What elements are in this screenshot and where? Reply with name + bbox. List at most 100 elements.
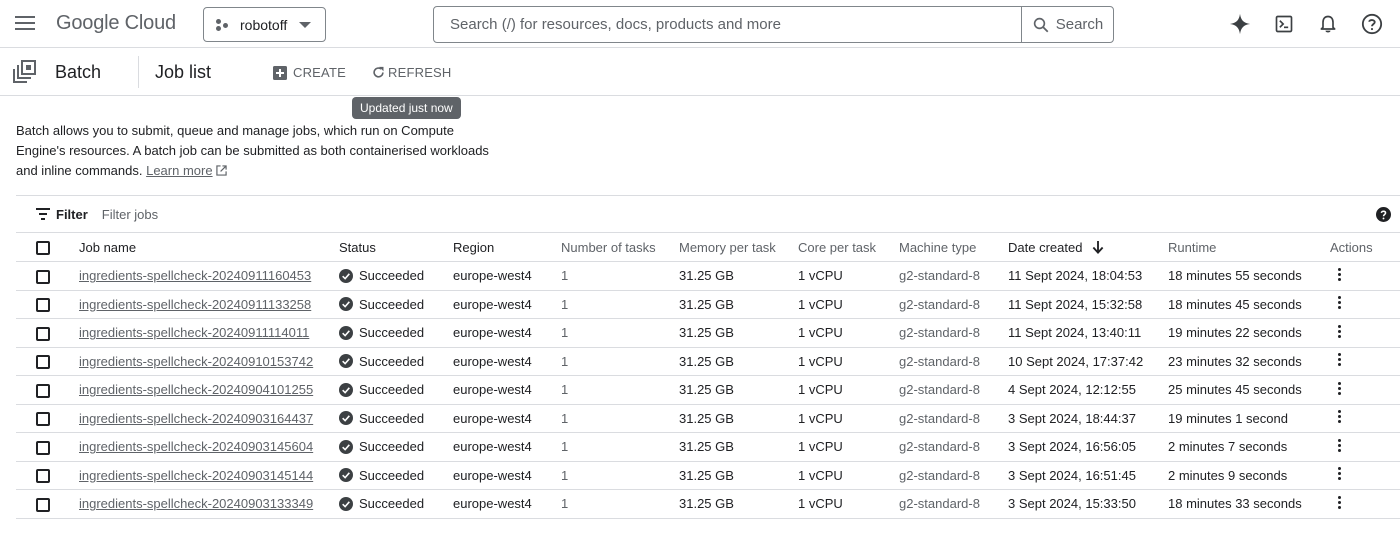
add-box-icon xyxy=(273,65,287,80)
tasks-cell: 1 xyxy=(561,375,679,405)
gemini-sparkle-icon[interactable] xyxy=(1228,12,1252,36)
col-date-created[interactable]: Date created xyxy=(1008,233,1168,262)
page-description: Batch allows you to submit, queue and ma… xyxy=(16,121,506,181)
more-vert-icon[interactable] xyxy=(1338,437,1342,454)
row-checkbox[interactable] xyxy=(36,440,50,455)
tasks-cell: 1 xyxy=(561,461,679,490)
core-cell: 1 vCPU xyxy=(798,375,899,405)
table-row: ingredients-spellcheck-20240903133349 Su… xyxy=(16,489,1400,519)
divider xyxy=(138,56,139,88)
learn-more-link[interactable]: Learn more xyxy=(146,163,212,178)
core-cell: 1 vCPU xyxy=(798,461,899,490)
check-circle-icon xyxy=(339,354,353,369)
job-name-link[interactable]: ingredients-spellcheck-20240903145604 xyxy=(79,439,313,454)
check-circle-icon xyxy=(339,411,353,426)
chevron-down-icon xyxy=(299,21,312,28)
row-checkbox[interactable] xyxy=(36,355,50,370)
col-number-of-tasks[interactable]: Number of tasks xyxy=(561,233,679,262)
more-vert-icon[interactable] xyxy=(1338,351,1342,368)
search-button[interactable]: Search xyxy=(1021,7,1113,42)
search-button-label: Search xyxy=(1055,16,1104,33)
job-name-link[interactable]: ingredients-spellcheck-20240903133349 xyxy=(79,496,313,511)
date-created-cell: 4 Sept 2024, 12:12:55 xyxy=(1008,375,1168,405)
row-checkbox[interactable] xyxy=(36,326,50,341)
more-vert-icon[interactable] xyxy=(1338,380,1342,397)
date-created-cell: 10 Sept 2024, 17:37:42 xyxy=(1008,347,1168,376)
more-vert-icon[interactable] xyxy=(1338,266,1342,283)
status-text: Succeeded xyxy=(359,410,425,426)
job-name-link[interactable]: ingredients-spellcheck-20240911114011 xyxy=(79,325,309,340)
search-box: Search xyxy=(433,6,1114,43)
status-cell: Succeeded xyxy=(339,468,453,483)
google-cloud-logo[interactable]: Google Cloud xyxy=(56,12,176,35)
search-input[interactable] xyxy=(434,7,1021,42)
batch-product-icon xyxy=(13,60,36,83)
col-region[interactable]: Region xyxy=(453,233,561,262)
filter-input[interactable] xyxy=(101,206,502,222)
job-name-link[interactable]: ingredients-spellcheck-20240903145144 xyxy=(79,468,313,483)
cloud-shell-icon[interactable] xyxy=(1272,12,1296,36)
more-vert-icon[interactable] xyxy=(1338,494,1342,511)
more-vert-icon[interactable] xyxy=(1338,465,1342,482)
machine-type-cell: g2-standard-8 xyxy=(899,347,1008,376)
help-icon[interactable] xyxy=(1360,12,1384,36)
runtime-cell: 18 minutes 55 seconds xyxy=(1168,261,1330,291)
more-vert-icon[interactable] xyxy=(1338,408,1342,425)
col-status[interactable]: Status xyxy=(339,233,453,262)
col-memory-per-task[interactable]: Memory per task xyxy=(679,233,798,262)
project-name: robotoff xyxy=(240,16,288,33)
status-cell: Succeeded xyxy=(339,354,453,369)
status-text: Succeeded xyxy=(359,325,425,341)
row-checkbox[interactable] xyxy=(36,269,50,284)
job-name-link[interactable]: ingredients-spellcheck-20240911133258 xyxy=(79,297,311,312)
row-checkbox[interactable] xyxy=(36,469,50,484)
core-cell: 1 vCPU xyxy=(798,261,899,291)
col-core-per-task[interactable]: Core per task xyxy=(798,233,899,262)
date-created-cell: 11 Sept 2024, 13:40:11 xyxy=(1008,318,1168,348)
row-checkbox[interactable] xyxy=(36,383,50,398)
project-picker[interactable]: robotoff xyxy=(203,7,326,42)
status-text: Succeeded xyxy=(359,353,425,369)
create-button[interactable]: CREATE xyxy=(273,65,346,80)
filter-icon[interactable] xyxy=(36,208,50,220)
job-name-link[interactable]: ingredients-spellcheck-20240911160453 xyxy=(79,268,311,283)
tasks-cell: 1 xyxy=(561,290,679,319)
menu-icon[interactable] xyxy=(14,13,36,35)
memory-cell: 31.25 GB xyxy=(679,347,798,376)
table-row: ingredients-spellcheck-20240903164437 Su… xyxy=(16,404,1400,433)
row-checkbox[interactable] xyxy=(36,497,50,512)
row-checkbox[interactable] xyxy=(36,412,50,427)
date-created-cell: 3 Sept 2024, 18:44:37 xyxy=(1008,404,1168,433)
more-vert-icon[interactable] xyxy=(1338,294,1342,311)
refresh-button[interactable]: REFRESH xyxy=(371,65,452,80)
core-cell: 1 vCPU xyxy=(798,290,899,319)
job-name-link[interactable]: ingredients-spellcheck-20240904101255 xyxy=(79,382,313,397)
runtime-cell: 19 minutes 22 seconds xyxy=(1168,318,1330,348)
tasks-cell: 1 xyxy=(561,432,679,462)
status-cell: Succeeded xyxy=(339,496,453,511)
row-checkbox[interactable] xyxy=(36,298,50,313)
status-text: Succeeded xyxy=(359,496,425,512)
region-cell: europe-west4 xyxy=(453,432,561,462)
status-text: Succeeded xyxy=(359,467,425,483)
check-circle-icon xyxy=(339,439,353,454)
job-name-link[interactable]: ingredients-spellcheck-20240903164437 xyxy=(79,411,313,426)
tasks-cell: 1 xyxy=(561,318,679,348)
machine-type-cell: g2-standard-8 xyxy=(899,318,1008,348)
col-job-name[interactable]: Job name xyxy=(79,233,339,262)
col-runtime[interactable]: Runtime xyxy=(1168,233,1330,262)
column-help-icon[interactable] xyxy=(1376,207,1391,222)
runtime-cell: 23 minutes 32 seconds xyxy=(1168,347,1330,376)
select-all-checkbox[interactable] xyxy=(36,240,50,255)
tasks-cell: 1 xyxy=(561,404,679,433)
status-cell: Succeeded xyxy=(339,268,453,283)
col-machine-type[interactable]: Machine type xyxy=(899,233,1008,262)
memory-cell: 31.25 GB xyxy=(679,489,798,519)
table-row: ingredients-spellcheck-20240903145144 Su… xyxy=(16,461,1400,490)
check-circle-icon xyxy=(339,325,353,340)
notifications-bell-icon[interactable] xyxy=(1316,12,1340,36)
table-header-row: Job name Status Region Number of tasks M… xyxy=(16,233,1400,262)
job-name-link[interactable]: ingredients-spellcheck-20240910153742 xyxy=(79,354,313,369)
more-vert-icon[interactable] xyxy=(1338,323,1342,340)
jobs-table: Job name Status Region Number of tasks M… xyxy=(16,233,1400,519)
